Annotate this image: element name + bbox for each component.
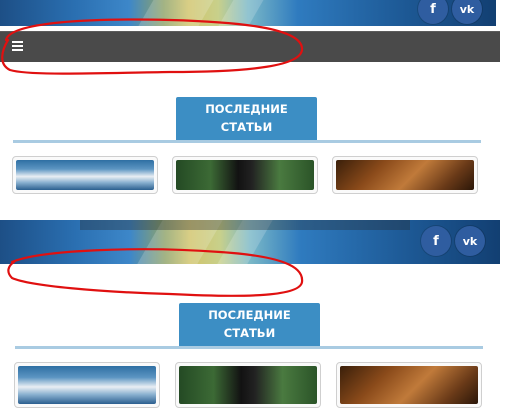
facebook-icon: f <box>430 1 436 17</box>
facebook-icon: f <box>433 233 439 249</box>
puppy-image <box>336 160 474 190</box>
section-tab-latest-articles[interactable]: ПОСЛЕДНИЕ СТАТЬИ <box>176 97 317 140</box>
article-thumbnail-puppy[interactable] <box>332 156 478 194</box>
dog-image <box>179 366 317 404</box>
article-thumbnail-dog[interactable] <box>172 156 318 194</box>
screenshot-before: f vk ПОСЛЕДНИЕ СТАТЬИ <box>0 0 500 194</box>
puppy-image <box>340 366 478 404</box>
section-tab-line2: СТАТЬИ <box>223 326 276 340</box>
screenshot-after: f vk ПОСЛЕДНИЕ СТАТЬИ <box>0 220 500 417</box>
hamburger-icon[interactable] <box>12 41 23 51</box>
mobile-navbar <box>0 31 500 62</box>
article-thumbnail-puppy[interactable] <box>336 362 482 408</box>
article-thumbnail-port[interactable] <box>14 362 160 408</box>
vk-button[interactable]: vk <box>455 226 485 256</box>
section-tab-line1: ПОСЛЕДНИЕ <box>205 102 288 116</box>
section-divider <box>15 346 483 349</box>
section-tab-latest-articles[interactable]: ПОСЛЕДНИЕ СТАТЬИ <box>179 303 320 346</box>
port-image <box>16 160 154 190</box>
article-thumbnail-port[interactable] <box>12 156 158 194</box>
vk-icon: vk <box>459 2 475 16</box>
article-thumbnail-dog[interactable] <box>175 362 321 408</box>
dog-image <box>176 160 314 190</box>
port-image <box>18 366 156 404</box>
section-divider <box>13 140 481 143</box>
section-tab-line2: СТАТЬИ <box>220 120 273 134</box>
vk-icon: vk <box>462 234 478 248</box>
section-tab-line1: ПОСЛЕДНИЕ <box>208 308 291 322</box>
facebook-button[interactable]: f <box>421 226 451 256</box>
